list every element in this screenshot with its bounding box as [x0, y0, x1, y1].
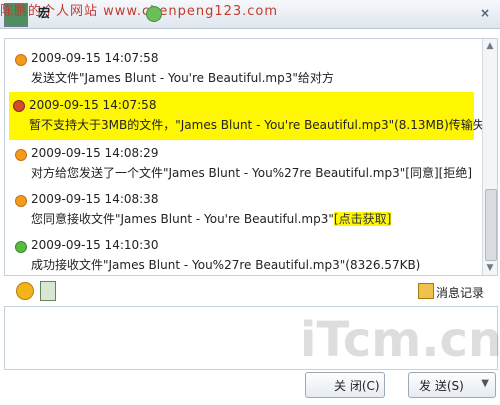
send-options-icon[interactable]: ▼	[481, 378, 489, 389]
message-timestamp: 2009-09-15 14:08:38	[31, 192, 159, 206]
info-icon	[15, 195, 27, 207]
message-2: 2009-09-15 14:07:58 暂不支持大于3MB的文件，"James …	[9, 92, 497, 140]
message-text: 成功接收文件"James Blunt - You%27re Beautiful.…	[31, 258, 421, 272]
scroll-down-icon[interactable]: ▼	[483, 261, 497, 275]
error-icon	[13, 100, 25, 112]
scroll-up-icon[interactable]: ▲	[483, 39, 497, 53]
message-timestamp: 2009-09-15 14:08:29	[31, 146, 159, 160]
message-timestamp: 2009-09-15 14:10:30	[31, 238, 159, 252]
success-icon	[15, 241, 27, 253]
send-button[interactable]: 发 送(S) ▼	[408, 372, 496, 398]
info-icon	[15, 149, 27, 161]
message-text: 发送文件"James Blunt - You're Beautiful.mp3"…	[31, 71, 334, 85]
chat-history-pane[interactable]: 2009-09-15 14:07:58 发送文件"James Blunt - Y…	[4, 38, 498, 276]
site-watermark: iTcm.cn	[300, 312, 500, 368]
contact-name: 宏	[38, 6, 51, 20]
info-icon	[15, 54, 27, 66]
close-button[interactable]: 关 闭(C)	[305, 372, 385, 398]
message-text: 您同意接收文件"James Blunt - You're Beautiful.m…	[31, 210, 392, 227]
send-file-icon[interactable]	[40, 281, 56, 301]
close-icon[interactable]: ×	[478, 6, 492, 20]
message-timestamp: 2009-09-15 14:07:58	[31, 51, 159, 65]
message-timestamp: 2009-09-15 14:07:58	[29, 98, 157, 112]
send-button-label: 发 送(S)	[419, 379, 464, 393]
message-text: 暂不支持大于3MB的文件，"James Blunt - You're Beaut…	[29, 118, 497, 132]
get-file-link[interactable]: [点击获取]	[333, 212, 392, 226]
online-status-icon	[146, 6, 162, 22]
title-bar: 陈鹏的个人网站 www.chenpeng123.com 宏 ×	[0, 0, 500, 29]
message-history-icon[interactable]	[418, 283, 434, 299]
input-toolbar: 消息记录	[4, 278, 496, 304]
emoji-icon[interactable]	[16, 282, 34, 300]
message-text-body: 您同意接收文件"James Blunt - You're Beautiful.m…	[31, 212, 334, 226]
message-history-button[interactable]: 消息记录	[436, 284, 484, 301]
message-text[interactable]: 对方给您发送了一个文件"James Blunt - You%27re Beaut…	[31, 164, 472, 181]
scroll-thumb[interactable]	[485, 189, 497, 261]
scrollbar[interactable]: ▲ ▼	[482, 39, 497, 275]
close-button-label: 关 闭(C)	[334, 379, 380, 393]
